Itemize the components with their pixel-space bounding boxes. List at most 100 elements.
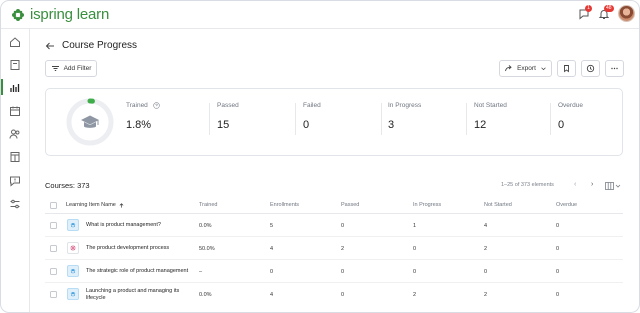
cell-enrollments: 5	[270, 223, 274, 229]
column-header-name[interactable]: Learning Item Name	[66, 202, 124, 208]
stat-divider	[209, 103, 210, 135]
sidebar-item-calendar[interactable]	[8, 104, 22, 118]
stat-failed: Failed 0	[303, 102, 321, 131]
clock-icon	[586, 64, 595, 73]
stat-not-started-value: 12	[474, 119, 487, 131]
column-header-enrollments[interactable]: Enrollments	[270, 202, 299, 208]
sidebar-item-settings[interactable]	[8, 197, 22, 211]
book-icon	[10, 60, 20, 70]
cell-trained: 0.0%	[199, 223, 212, 229]
back-arrow-icon[interactable]	[45, 41, 55, 51]
cell-overdue: 0	[556, 269, 560, 275]
table-row[interactable]: The strategic role of product management…	[45, 260, 623, 283]
top-bar: ispring learn 1 48	[1, 1, 639, 29]
stat-divider	[550, 103, 551, 135]
stat-in-progress-label: In Progress	[388, 102, 422, 109]
course-thumbnail-icon	[67, 219, 79, 231]
help-icon[interactable]	[153, 102, 160, 109]
chevron-down-icon	[541, 67, 546, 71]
row-checkbox[interactable]	[50, 245, 57, 252]
export-button[interactable]: Export	[499, 60, 552, 77]
stat-passed-label: Passed	[217, 102, 239, 109]
cell-not-started: 2	[484, 246, 488, 252]
cell-in-progress: 2	[413, 292, 417, 298]
cell-trained: 0.0%	[199, 292, 212, 298]
ispring-logo[interactable]: ispring learn	[11, 6, 109, 23]
select-all-checkbox[interactable]	[50, 202, 57, 209]
sidebar-item-reports[interactable]	[8, 81, 22, 95]
more-options-button[interactable]	[605, 60, 624, 77]
row-checkbox[interactable]	[50, 268, 57, 275]
user-avatar[interactable]	[618, 5, 635, 22]
sidebar-item-documents[interactable]	[8, 150, 22, 164]
course-thumbnail-icon	[67, 288, 79, 300]
bell-badge: 48	[604, 5, 614, 12]
cell-trained: –	[199, 269, 203, 275]
course-name[interactable]: The strategic role of product management	[86, 260, 196, 283]
share-icon	[505, 65, 512, 72]
stat-in-progress-value: 3	[388, 119, 395, 131]
stat-overdue: Overdue 0	[558, 102, 583, 131]
columns-settings-icon[interactable]	[605, 182, 621, 190]
column-header-trained[interactable]: Trained	[199, 202, 217, 208]
cell-overdue: 0	[556, 292, 560, 298]
stat-overdue-label: Overdue	[558, 102, 583, 109]
cell-in-progress: 1	[413, 223, 417, 229]
stat-overdue-value: 0	[558, 119, 565, 131]
cell-in-progress: 0	[413, 246, 417, 252]
document-icon	[10, 152, 20, 162]
course-thumbnail-icon	[67, 265, 79, 277]
course-name[interactable]: What is product management?	[86, 214, 196, 237]
stat-passed: Passed 15	[217, 102, 239, 131]
cell-passed: 2	[341, 246, 345, 252]
table-row[interactable]: The product development process 50.0% 4 …	[45, 237, 623, 260]
trained-progress-ring	[66, 98, 114, 146]
course-name[interactable]: Launching a product and managing its lif…	[86, 283, 196, 306]
stat-in-progress: In Progress 3	[388, 102, 421, 131]
app-window: ispring learn 1 48 Course Progress Add F…	[0, 0, 640, 313]
cell-passed: 0	[341, 269, 345, 275]
table-row[interactable]: Launching a product and managing its lif…	[45, 283, 623, 306]
cell-enrollments: 4	[270, 292, 274, 298]
prev-page-icon[interactable]: ‹	[574, 181, 576, 188]
sidebar-item-messages[interactable]	[8, 174, 22, 188]
course-thumbnail-icon	[67, 242, 79, 254]
bookmark-button[interactable]	[557, 60, 576, 77]
cell-not-started: 0	[484, 269, 488, 275]
sidebar-item-users[interactable]	[8, 127, 22, 141]
cell-not-started: 4	[484, 223, 488, 229]
brand-name: ispring learn	[30, 6, 110, 23]
course-name[interactable]: The product development process	[86, 237, 196, 260]
stat-divider	[295, 103, 296, 135]
sidebar	[1, 29, 30, 312]
column-header-name-label: Learning Item Name	[66, 202, 116, 208]
schedule-button[interactable]	[581, 60, 600, 77]
users-icon	[9, 129, 20, 139]
next-page-icon[interactable]: ›	[591, 181, 593, 188]
column-header-overdue[interactable]: Overdue	[556, 202, 577, 208]
row-checkbox[interactable]	[50, 222, 57, 229]
home-icon	[10, 37, 20, 47]
cell-enrollments: 4	[270, 246, 274, 252]
column-header-not-started[interactable]: Not Started	[484, 202, 512, 208]
sidebar-item-home[interactable]	[8, 35, 22, 49]
sidebar-item-library[interactable]	[8, 58, 22, 72]
row-checkbox[interactable]	[50, 291, 57, 298]
stat-passed-value: 15	[217, 119, 230, 131]
stat-divider	[466, 103, 467, 135]
add-filter-button[interactable]: Add Filter	[45, 60, 97, 77]
filter-icon	[51, 66, 59, 71]
column-header-in-progress[interactable]: In Progress	[413, 202, 441, 208]
table-row[interactable]: What is product management? 0.0% 5 0 1 4…	[45, 214, 623, 237]
flower-logo-icon	[12, 8, 24, 21]
stat-not-started: Not Started 12	[474, 102, 507, 131]
courses-count: Courses: 373	[45, 181, 90, 190]
chat-badge: 1	[585, 5, 592, 12]
reports-icon	[10, 84, 20, 92]
sidebar-active-indicator	[1, 79, 3, 95]
column-header-passed[interactable]: Passed	[341, 202, 359, 208]
pagination-summary: 1–25 of 373 elements	[501, 182, 554, 188]
stat-trained: Trained 1.8%	[126, 102, 160, 131]
cell-trained: 50.0%	[199, 246, 215, 252]
settings-sliders-icon	[10, 199, 20, 209]
